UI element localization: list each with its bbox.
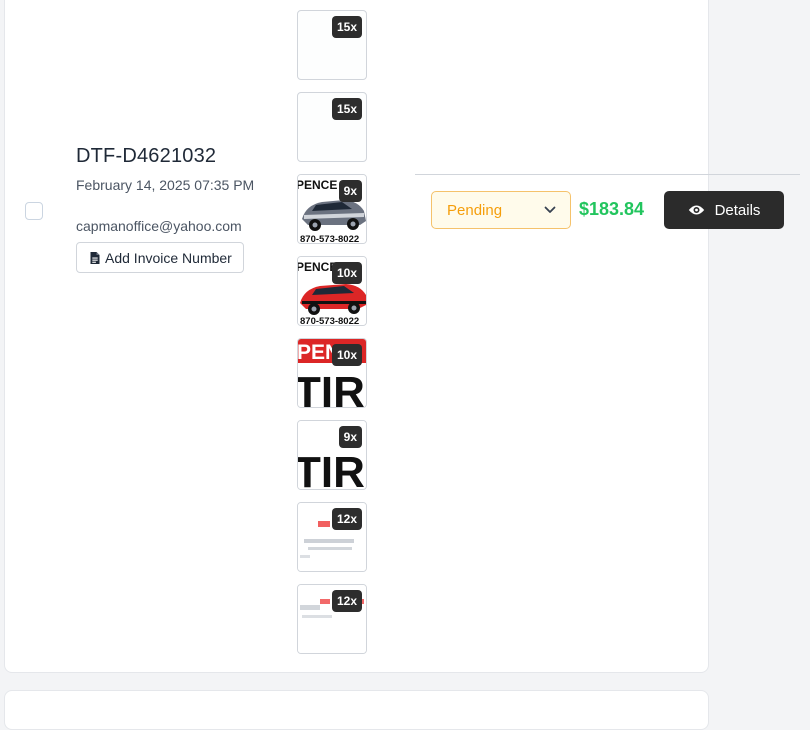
quantity-badge: 9x xyxy=(338,180,362,202)
chevron-down-icon xyxy=(544,206,556,214)
quantity-badge: 10x xyxy=(331,262,362,284)
item-thumbnail[interactable]: 12x xyxy=(297,584,367,654)
row-divider xyxy=(415,174,800,175)
order-select-checkbox[interactable] xyxy=(25,202,43,220)
thumb-phone-text: 870-573-8022 xyxy=(300,234,359,244)
item-thumbnail[interactable]: PENCE 870-573-8022 10x xyxy=(297,256,367,326)
add-invoice-number-label: Add Invoice Number xyxy=(105,249,232,266)
quantity-badge: 10x xyxy=(331,344,362,366)
item-thumbnail[interactable]: 12x xyxy=(297,502,367,572)
status-value: Pending xyxy=(447,201,503,219)
thumb-tire-text: TIRE xyxy=(298,448,367,490)
thumb-phone-text: 870-573-8022 xyxy=(300,316,359,326)
quantity-badge: 12x xyxy=(331,508,362,530)
status-dropdown[interactable]: Pending xyxy=(431,191,571,229)
next-order-card xyxy=(4,690,709,730)
item-thumbnail[interactable]: 15x xyxy=(297,92,367,162)
quantity-badge: 15x xyxy=(331,16,362,38)
details-button[interactable]: Details xyxy=(664,191,784,229)
quantity-badge: 12x xyxy=(331,590,362,612)
thumb-top-text: PENCE xyxy=(298,178,337,192)
item-thumbnail[interactable]: TIRE 9x xyxy=(297,420,367,490)
item-thumbnail[interactable]: 15x xyxy=(297,10,367,80)
item-thumbnail[interactable]: PENC TIRE 10x xyxy=(297,338,367,408)
document-icon xyxy=(89,251,101,265)
order-total: $183.84 xyxy=(579,199,645,219)
thumb-tire-text: TIRE xyxy=(298,368,367,408)
quantity-badge: 9x xyxy=(338,426,362,448)
quantity-badge: 15x xyxy=(331,98,362,120)
order-date: February 14, 2025 07:35 PM xyxy=(76,177,255,193)
customer-email: capmanoffice@yahoo.com xyxy=(76,218,242,234)
eye-icon xyxy=(688,204,705,216)
order-id: DTF-D4621032 xyxy=(76,145,217,167)
details-label: Details xyxy=(714,201,761,219)
add-invoice-number-button[interactable]: Add Invoice Number xyxy=(76,242,244,273)
item-thumbnail[interactable]: PENCE 870-573-8022 9x xyxy=(297,174,367,244)
